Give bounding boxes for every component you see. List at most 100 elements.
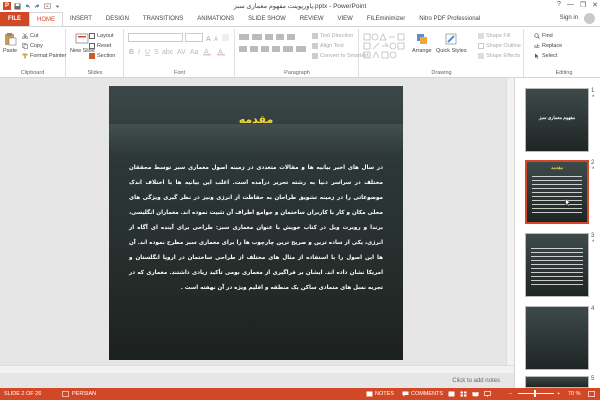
restore-button[interactable]: ❐ <box>580 1 586 9</box>
replace-button[interactable]: ab Replace <box>534 43 562 49</box>
tab-review[interactable]: REVIEW <box>293 12 331 26</box>
cut-button[interactable]: Cut <box>22 33 39 39</box>
quick-styles-button[interactable]: Quick Styles <box>436 32 467 54</box>
shape-fill-label: Shape Fill <box>486 33 511 39</box>
zoom-slider-handle[interactable] <box>534 390 536 397</box>
copy-button[interactable]: Copy <box>22 43 43 49</box>
reading-view-icon[interactable] <box>472 391 479 397</box>
notes-divider[interactable] <box>0 365 514 373</box>
tab-design[interactable]: DESIGN <box>99 12 136 26</box>
paste-button[interactable]: Paste <box>3 32 17 54</box>
reset-label: Reset <box>97 43 112 49</box>
font-size-box[interactable] <box>185 33 203 42</box>
paragraph-group-label: Paragraph <box>284 70 310 76</box>
vertical-scrollbar[interactable] <box>506 78 514 373</box>
drawing-group: Arrange Quick Styles Shape Fill Shape Ou… <box>360 29 524 77</box>
arrange-button[interactable]: Arrange <box>412 32 432 54</box>
slideshow-view-icon[interactable] <box>484 391 491 397</box>
tab-transitions[interactable]: TRANSITIONS <box>136 12 190 26</box>
slide-thumbnail-2[interactable]: مقدمه <box>525 160 589 224</box>
text-direction-button[interactable]: Text Direction <box>312 33 353 39</box>
slide-title[interactable]: مقدمه <box>109 113 403 126</box>
reset-icon <box>89 43 95 49</box>
paragraph-group: Text Direction Align Text Convert to Sma… <box>236 29 369 77</box>
minimize-button[interactable]: — <box>567 1 574 9</box>
slide-body-text[interactable]: در سال های اخیر بیانیه ها و مقالات متعدد… <box>129 161 383 296</box>
tab-view[interactable]: VIEW <box>331 12 360 26</box>
comments-button[interactable]: COMMENTS <box>411 391 443 397</box>
align-text-button[interactable]: Align Text <box>312 43 344 49</box>
spelling-icon[interactable] <box>62 391 69 397</box>
clipboard-group: Paste Cut Copy Format Painter Clipboard <box>0 29 66 77</box>
slide-thumbnails-pane: 1 * مفهوم معماری سبز 2 * مقدمه 3 * 4 5 <box>514 78 600 388</box>
format-painter-button[interactable]: Format Painter <box>22 53 66 59</box>
shape-effects-label: Shape Effects <box>486 53 521 59</box>
svg-text:ab: ab <box>534 44 540 49</box>
section-label: Section <box>97 53 116 59</box>
shapes-gallery[interactable] <box>363 33 409 61</box>
quick-styles-icon <box>445 33 457 45</box>
font-size-icons[interactable]: AA <box>205 33 231 42</box>
find-label: Find <box>542 33 553 39</box>
tab-nitro-pdf[interactable]: Nitro PDF Professional <box>412 12 487 26</box>
fit-to-window-icon[interactable] <box>588 391 595 397</box>
tab-home[interactable]: HOME <box>29 12 63 26</box>
notes-button[interactable]: NOTES <box>375 391 394 397</box>
slide-sorter-icon[interactable] <box>460 391 467 397</box>
thumbnail-number: 1 <box>591 88 595 94</box>
thumbnail-number: 3 <box>591 233 595 239</box>
slide-canvas[interactable]: مقدمه در سال های اخیر بیانیه ها و مقالات… <box>109 86 403 360</box>
shape-effects-button[interactable]: Shape Effects <box>478 53 520 59</box>
shape-outline-button[interactable]: Shape Outline <box>478 43 521 49</box>
slide-counter: SLIDE 2 OF 26 <box>4 391 42 397</box>
font-format-icons[interactable]: B I U Sabc AV Aa A A <box>128 46 232 56</box>
paragraph-format-icons[interactable] <box>238 33 310 57</box>
close-button[interactable]: ✕ <box>592 1 598 9</box>
window-title: پاورپوینت مفهوم معماری سبز.pptx - PowerP… <box>233 3 367 10</box>
slide-thumbnail-4[interactable] <box>525 306 589 370</box>
tab-slide-show[interactable]: SLIDE SHOW <box>241 12 293 26</box>
slide-thumbnail-1[interactable]: مفهوم معماری سبز <box>525 88 589 152</box>
font-name-box[interactable] <box>128 33 183 42</box>
select-button[interactable]: Select <box>534 53 557 59</box>
thumbnail-title: مقدمه <box>551 165 563 170</box>
language-indicator[interactable]: PERSIAN <box>72 391 96 397</box>
shape-fill-button[interactable]: Shape Fill <box>478 33 510 39</box>
tab-fileminimizer[interactable]: FILEminimizer <box>360 12 412 26</box>
replace-icon: ab <box>534 44 540 49</box>
reset-button[interactable]: Reset <box>89 43 111 49</box>
ribbon-tabs: FILE HOME INSERT DESIGN TRANSITIONS ANIM… <box>0 12 600 26</box>
scissors-icon <box>22 33 28 39</box>
layout-button[interactable]: Layout <box>89 33 114 39</box>
clipboard-group-label: Clipboard <box>20 70 45 76</box>
tab-file[interactable]: FILE <box>0 12 29 26</box>
help-button[interactable]: ? <box>557 1 561 9</box>
slide-thumbnail-5[interactable] <box>525 376 589 388</box>
section-button[interactable]: Section <box>89 53 115 59</box>
sign-in-link[interactable]: Sign in <box>560 15 578 21</box>
zoom-slider[interactable] <box>518 393 554 394</box>
format-painter-icon <box>22 53 28 59</box>
paste-icon <box>5 33 17 46</box>
zoom-out-button[interactable]: − <box>509 391 512 397</box>
text-direction-icon <box>312 33 318 39</box>
normal-view-icon[interactable] <box>448 391 455 397</box>
animation-star-icon: * <box>592 95 595 101</box>
slide-thumbnail-3[interactable] <box>525 233 589 297</box>
quick-styles-label: Quick Styles <box>436 48 467 54</box>
title-bar: P پاورپوینت مفهوم معماری سبز.pptx - Powe… <box>0 0 600 12</box>
notes-placeholder[interactable]: Click to add notes <box>452 378 500 384</box>
zoom-in-button[interactable]: + <box>557 391 560 397</box>
thumbnail-number: 2 <box>591 160 595 166</box>
find-button[interactable]: Find <box>534 33 553 39</box>
thumbnail-number: 5 <box>591 376 595 382</box>
replace-label: Replace <box>542 43 563 49</box>
tab-insert[interactable]: INSERT <box>63 12 99 26</box>
svg-text:abc: abc <box>162 49 174 56</box>
svg-text:AV: AV <box>177 49 186 56</box>
avatar[interactable] <box>584 13 595 24</box>
ribbon: Paste Cut Copy Format Painter Clipboard … <box>0 26 600 78</box>
tab-animations[interactable]: ANIMATIONS <box>190 12 241 26</box>
slides-group-label: Slides <box>87 70 103 76</box>
zoom-level[interactable]: 70 % <box>568 391 581 397</box>
